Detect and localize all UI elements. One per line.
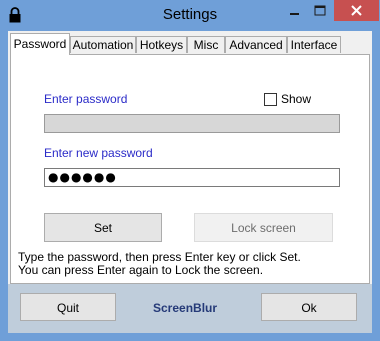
minimize-icon (290, 13, 299, 15)
title-bar[interactable]: Settings (0, 0, 380, 31)
client-area: Password Automation Hotkeys Misc Advance… (8, 31, 372, 333)
tab-interface[interactable]: Interface (287, 36, 341, 53)
tab-misc[interactable]: Misc (187, 36, 225, 53)
ok-button[interactable]: Ok (261, 293, 357, 321)
show-checkbox[interactable] (264, 93, 277, 106)
tab-password[interactable]: Password (10, 33, 70, 55)
close-icon (351, 5, 362, 16)
close-button[interactable] (334, 0, 379, 21)
tab-hotkeys[interactable]: Hotkeys (136, 36, 187, 53)
maximize-button[interactable] (307, 1, 333, 21)
tab-strip: Password Automation Hotkeys Misc Advance… (10, 33, 370, 55)
password-panel: Enter password Show Enter new password ●… (10, 54, 370, 284)
set-button[interactable]: Set (44, 213, 162, 242)
show-label[interactable]: Show (281, 92, 311, 106)
new-password-field[interactable]: ●●●●●● (44, 168, 340, 187)
footer-bar: Quit ScreenBlur Ok (8, 284, 372, 333)
hint-line-1: Type the password, then press Enter key … (18, 250, 301, 264)
lock-screen-button[interactable]: Lock screen (194, 213, 333, 242)
minimize-button[interactable] (281, 1, 307, 21)
enter-password-label: Enter password (44, 92, 128, 106)
quit-button[interactable]: Quit (20, 293, 116, 321)
brand-label: ScreenBlur (153, 301, 218, 315)
tab-advanced[interactable]: Advanced (225, 36, 287, 53)
new-password-label: Enter new password (44, 146, 153, 160)
hint-line-2: You can press Enter again to Lock the sc… (18, 263, 264, 277)
current-password-field[interactable] (44, 114, 340, 133)
tab-automation[interactable]: Automation (70, 36, 136, 53)
settings-window: Settings Password Automation Hotkeys Mis… (0, 0, 380, 341)
maximize-icon (314, 5, 326, 16)
